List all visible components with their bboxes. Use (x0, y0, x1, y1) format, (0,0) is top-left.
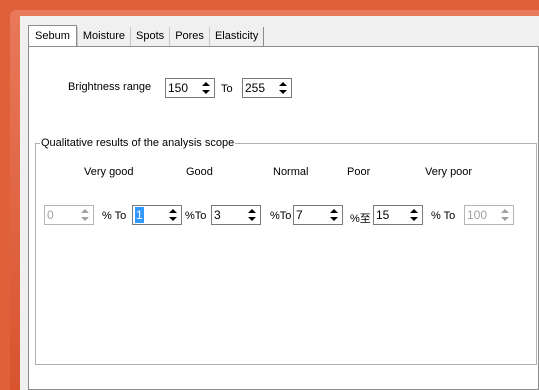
spin-down-icon[interactable] (326, 215, 341, 223)
unit-label-0: % To (102, 210, 127, 222)
range-spinner-2[interactable]: 3 (211, 205, 261, 225)
range-spinner-4[interactable]: 15 (373, 205, 423, 225)
brightness-min-spinner[interactable]: 150 (165, 78, 215, 98)
spin-up-icon[interactable] (165, 207, 180, 215)
spin-up-icon (77, 207, 92, 215)
spin-up-icon[interactable] (198, 80, 213, 88)
range-value-1[interactable]: 1 (135, 207, 144, 223)
brightness-to-label: To (221, 83, 233, 95)
tab-panel-sebum: Brightness range 150 To 255 Qualitative … (28, 46, 539, 390)
tab-pores[interactable]: Pores (169, 27, 209, 46)
spin-down-icon (497, 215, 512, 223)
range-value-3[interactable]: 7 (296, 207, 303, 223)
tab-elasticity[interactable]: Elasticity (208, 27, 265, 46)
spin-down-icon[interactable] (198, 88, 213, 96)
range-value-5: 100 (467, 208, 488, 222)
spin-up-icon[interactable] (275, 80, 290, 88)
spin-down-icon[interactable] (244, 215, 259, 223)
unit-label-1: %To (185, 210, 207, 222)
header-good: Good (186, 166, 213, 178)
spin-down-icon[interactable] (275, 88, 290, 96)
brightness-max-spinner[interactable]: 255 (242, 78, 292, 98)
unit-label-4: % To (431, 210, 456, 222)
range-spinner-1[interactable]: 1 (132, 205, 182, 225)
spin-up-icon[interactable] (244, 207, 259, 215)
range-spinner-3[interactable]: 7 (293, 205, 343, 225)
header-very-good: Very good (84, 166, 134, 178)
dialog-client-area: Sebum Moisture Spots Pores Elasticity Br… (20, 16, 539, 390)
spin-up-icon[interactable] (406, 207, 421, 215)
brightness-max-value[interactable]: 255 (245, 80, 265, 96)
tab-sebum[interactable]: Sebum (28, 25, 77, 46)
brightness-min-value[interactable]: 150 (168, 80, 188, 96)
tab-strip: Sebum Moisture Spots Pores Elasticity (28, 25, 265, 46)
range-spinner-0: 0 (44, 205, 94, 225)
spin-down-icon[interactable] (406, 215, 421, 223)
spin-up-icon (497, 207, 512, 215)
header-very-poor: Very poor (425, 166, 473, 178)
qualitative-results-title: Qualitative results of the analysis scop… (40, 137, 236, 149)
qualitative-results-group: Qualitative results of the analysis scop… (35, 137, 537, 365)
header-poor: Poor (347, 166, 371, 178)
unit-label-2: %To (270, 210, 292, 222)
tab-moisture[interactable]: Moisture (76, 27, 131, 46)
spin-down-icon[interactable] (165, 215, 180, 223)
spin-up-icon[interactable] (326, 207, 341, 215)
spin-down-icon (77, 215, 92, 223)
header-normal: Normal (273, 166, 309, 178)
range-spinner-5: 100 (464, 205, 514, 225)
range-value-2[interactable]: 3 (214, 207, 221, 223)
tab-spots[interactable]: Spots (130, 27, 170, 46)
range-value-4[interactable]: 15 (376, 207, 389, 223)
unit-label-3: %至 (350, 213, 371, 225)
brightness-range-label: Brightness range (68, 81, 152, 93)
range-value-0: 0 (47, 208, 54, 222)
